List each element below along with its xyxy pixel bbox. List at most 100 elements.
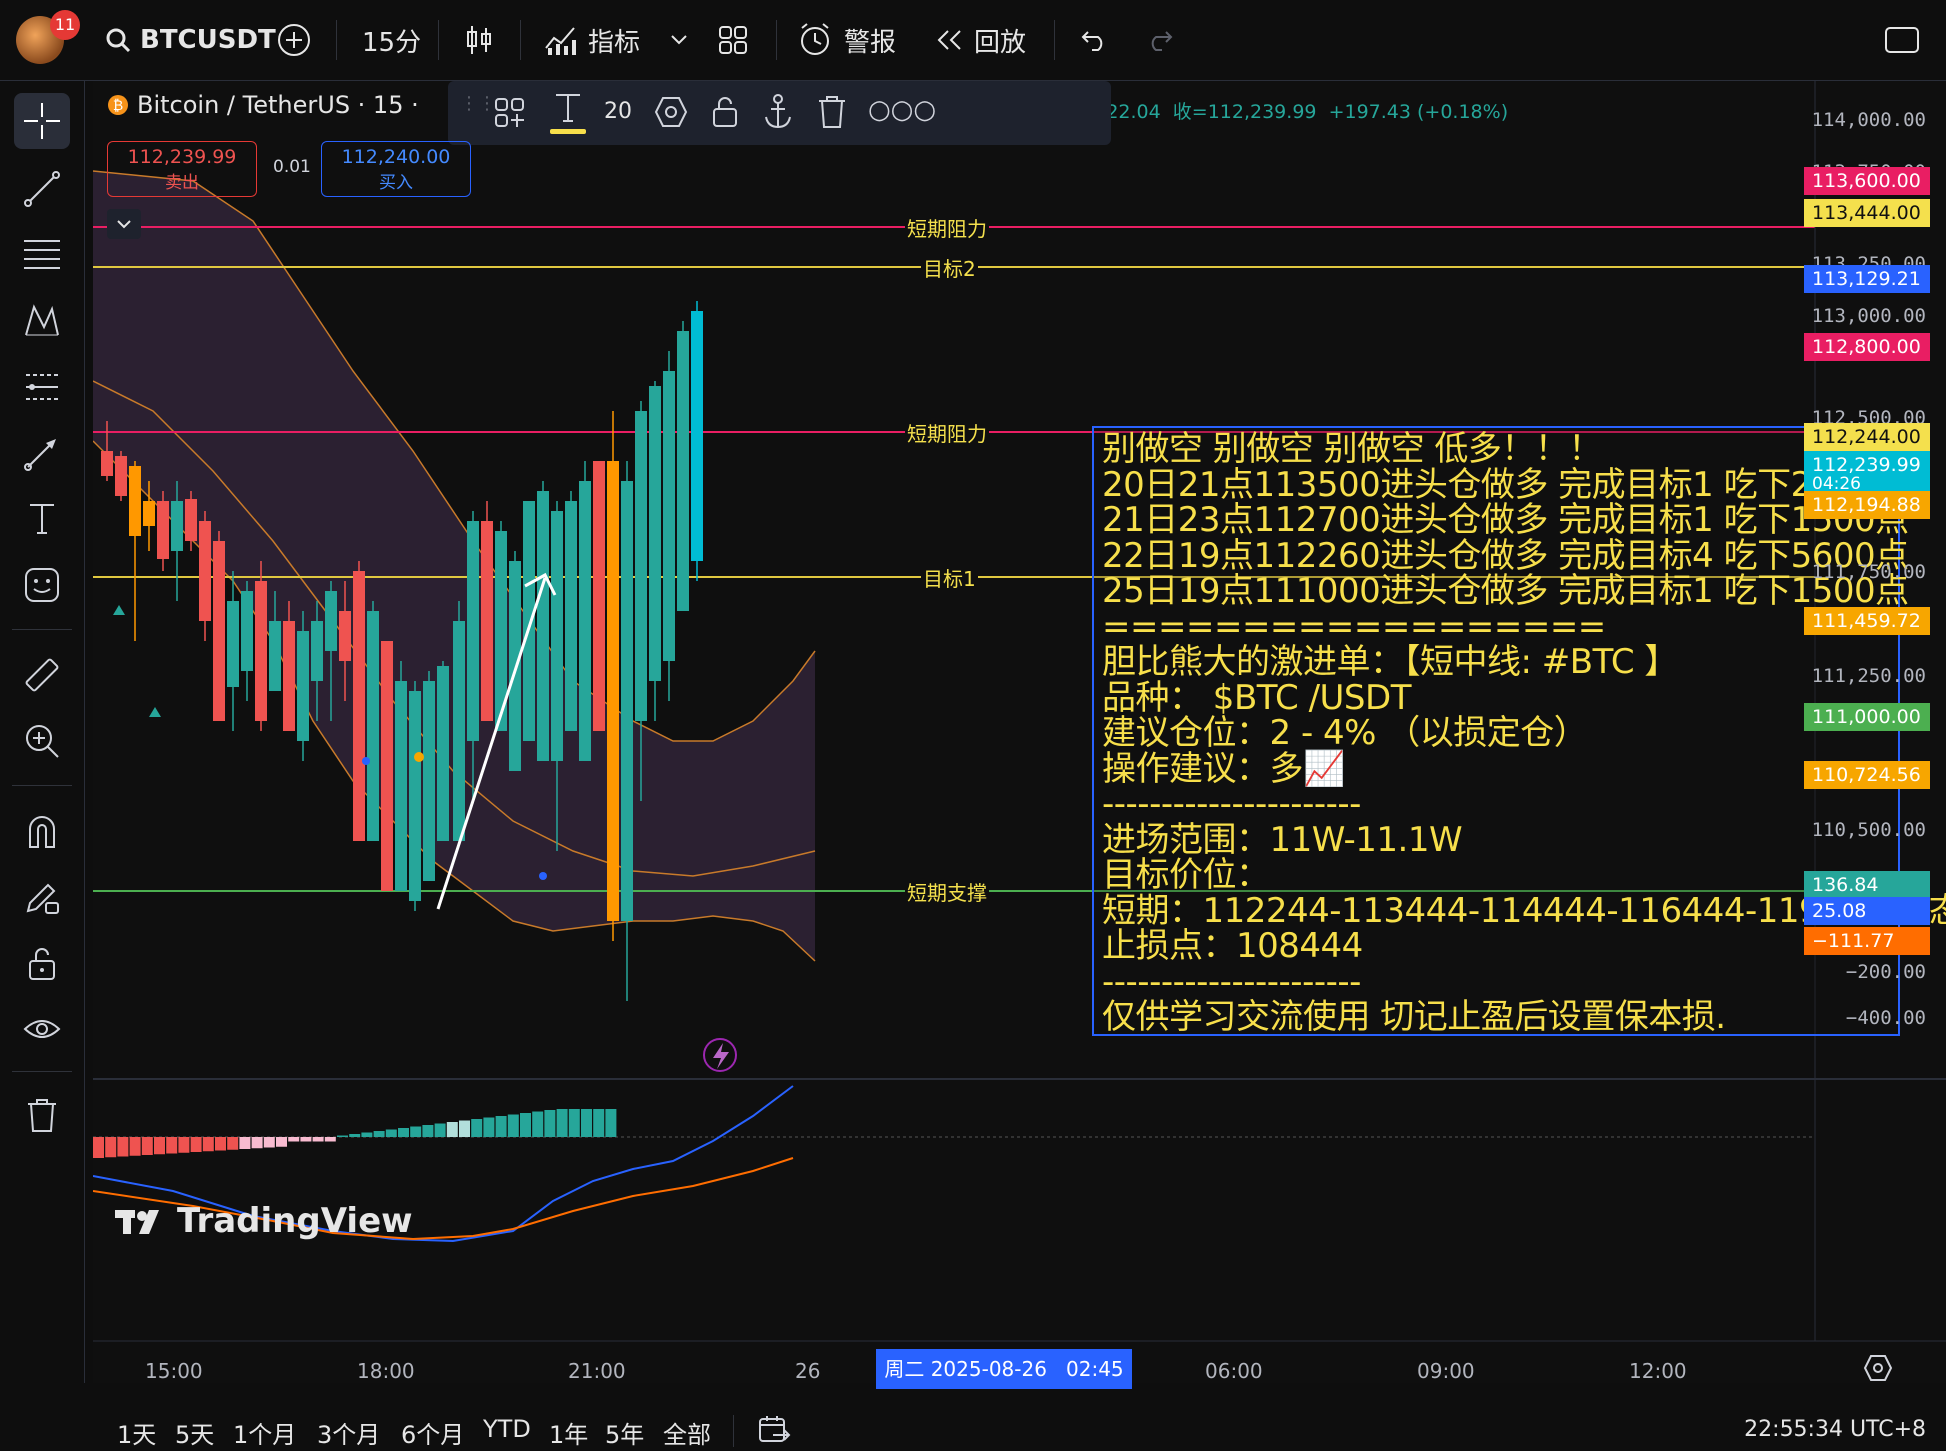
range-button[interactable]: YTD [483, 1415, 531, 1443]
macd-bar [507, 1114, 519, 1137]
buy-button[interactable]: 112,240.00 买入 [321, 141, 471, 197]
drawing-tools-sidebar [0, 81, 85, 1383]
alerts-button[interactable]: 警报 [798, 18, 896, 62]
text-tool[interactable] [14, 491, 70, 547]
macd-bar [593, 1109, 605, 1137]
macd-bar [239, 1137, 251, 1149]
trash-icon [28, 1099, 56, 1132]
candle-body [381, 641, 393, 891]
replay-label: 回放 [974, 27, 1027, 58]
signal-dot [539, 872, 547, 880]
price-badge: 113,600.00 [1804, 167, 1930, 195]
collapse-legend-button[interactable] [107, 209, 141, 239]
candle-body [339, 611, 351, 661]
candle-body [691, 311, 703, 561]
template-plus-icon [495, 98, 524, 127]
range-button[interactable]: 1个月 [233, 1415, 296, 1450]
macd-bar [117, 1137, 129, 1157]
prediction-tool[interactable] [14, 359, 70, 415]
note-line: 目标价位： [1102, 855, 1270, 895]
chevron-down-icon [117, 220, 131, 229]
fib-tool[interactable] [14, 227, 70, 283]
pattern-tool[interactable] [14, 293, 70, 349]
price-tick: 111,750.00 [1811, 561, 1926, 583]
crosshair-tool[interactable] [14, 93, 70, 149]
symbol-search[interactable]: BTCUSDT [104, 18, 276, 62]
text-color-button[interactable] [546, 89, 590, 137]
anchor-button[interactable] [762, 93, 794, 135]
chart-pane[interactable]: ₿ Bitcoin / TetherUS · 15 · 低=112,022.04… [93, 81, 1946, 1449]
settings-button[interactable] [654, 95, 688, 133]
macd-bar [349, 1134, 361, 1137]
zoom-tool[interactable] [14, 713, 70, 769]
goto-date-button[interactable] [757, 1413, 791, 1451]
lock-drawing-button[interactable] [710, 95, 740, 133]
font-size-selector[interactable]: 20 [604, 99, 632, 124]
candle-body [129, 466, 141, 536]
signal-dot [362, 757, 370, 765]
note-line: ================== [1102, 606, 1606, 647]
clock[interactable]: 22:55:34 UTC+8 [1744, 1417, 1926, 1442]
symbol-label: BTCUSDT [140, 25, 276, 55]
settings-hex-icon [1863, 1355, 1893, 1381]
trendline-tool[interactable] [14, 161, 70, 217]
macd-bar [337, 1135, 348, 1137]
layout-button[interactable] [718, 18, 748, 62]
macd-bar [471, 1119, 483, 1137]
lightning-icon[interactable] [703, 1038, 737, 1072]
price-badge: 136.84 [1804, 871, 1930, 899]
sell-button[interactable]: 112,239.99 卖出 [107, 141, 257, 197]
add-template-button[interactable] [494, 97, 526, 133]
candle-body [241, 591, 253, 671]
interval-button[interactable]: 15分 [362, 18, 421, 62]
drag-handle[interactable]: ⋮⋮ [460, 95, 496, 127]
brush-tool[interactable] [14, 425, 70, 481]
trade-note-box[interactable]: 别做空 别做空 别做空 低多！！！ 20日21点113500进头仓做多 完成目标1… [1092, 426, 1946, 1036]
undo-icon [1081, 31, 1103, 51]
candle-body [409, 691, 421, 901]
range-button[interactable]: 3个月 [317, 1415, 380, 1450]
candle-body [579, 481, 591, 761]
redo-button[interactable] [1144, 18, 1174, 62]
delete-drawing-button[interactable] [816, 93, 848, 135]
range-button[interactable]: 5天 [175, 1415, 214, 1450]
zoom-in-icon [26, 725, 59, 758]
range-button[interactable]: 1天 [117, 1415, 156, 1450]
axis-settings-button[interactable] [1863, 1353, 1893, 1387]
magnet-tool[interactable] [14, 803, 70, 859]
hide-drawings-tool[interactable] [14, 1001, 70, 1057]
undo-button[interactable] [1080, 18, 1110, 62]
macd-bar [288, 1137, 300, 1142]
settings-hex-icon [654, 97, 688, 127]
remove-drawings-tool[interactable] [14, 1087, 70, 1143]
candle-body [481, 521, 493, 721]
tradingview-watermark[interactable]: TradingView [115, 1201, 413, 1241]
candle-body [523, 501, 535, 741]
compare-button[interactable] [276, 18, 312, 62]
range-button[interactable]: 1年 [549, 1415, 588, 1450]
candle-body [353, 571, 365, 841]
indicators-button[interactable]: 指标 [544, 18, 640, 62]
symbol-legend[interactable]: ₿ Bitcoin / TetherUS · 15 · [107, 91, 419, 119]
measure-tool[interactable] [14, 647, 70, 703]
range-button[interactable]: 全部 [663, 1415, 711, 1450]
lock-drawings-mode[interactable] [14, 869, 70, 925]
macd-bar [446, 1122, 458, 1137]
note-line: 25日19点111000进头仓做多 完成目标1 吃下1500点 [1102, 571, 1909, 611]
lock-all-tool[interactable] [14, 935, 70, 991]
fullscreen-button[interactable] [1884, 18, 1920, 62]
macd-bar [251, 1137, 263, 1149]
more-button[interactable]: ○○○ [868, 95, 936, 125]
replay-button[interactable]: 回放 [934, 18, 1026, 62]
crosshair-time-label: 周二 2025-08-26 02:45 [876, 1349, 1132, 1389]
search-icon [106, 28, 131, 53]
range-button[interactable]: 6个月 [401, 1415, 464, 1450]
indicators-dropdown[interactable] [670, 18, 688, 62]
text-color-icon [550, 94, 586, 134]
macd-bar [483, 1117, 495, 1137]
range-button[interactable]: 5年 [605, 1415, 644, 1450]
chart-type-button[interactable] [464, 18, 494, 62]
target2-label: 目标2 [921, 253, 978, 282]
emoji-tool[interactable] [14, 557, 70, 613]
note-line: 操作建议：多📈 [1102, 748, 1345, 789]
